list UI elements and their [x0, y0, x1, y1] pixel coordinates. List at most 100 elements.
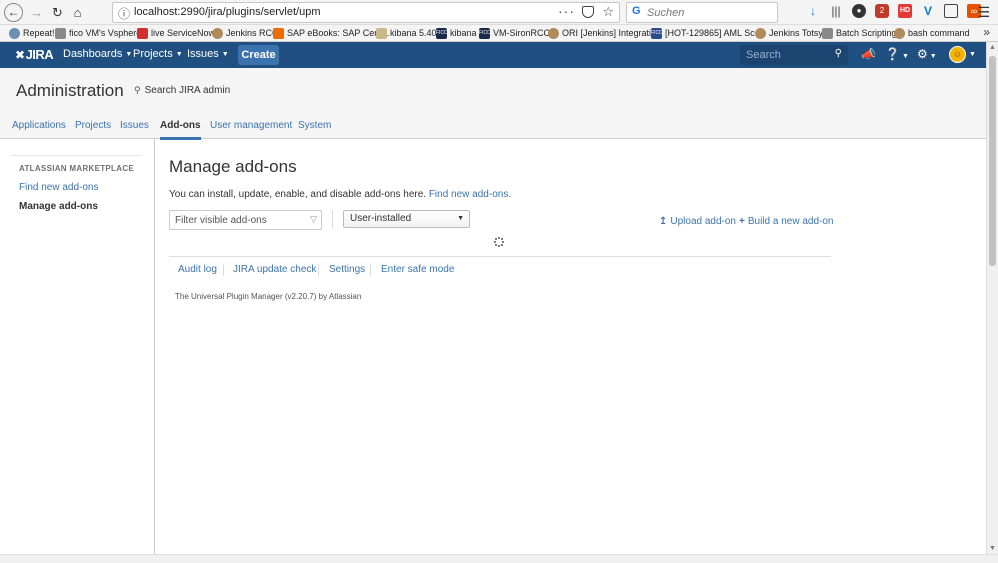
bookmark-icon: [212, 27, 223, 39]
bookmark-icon: [9, 27, 20, 39]
bookmark-item[interactable]: bash command: [894, 26, 970, 40]
site-info-icon[interactable]: ⓘ: [118, 5, 130, 22]
sidebar-icon[interactable]: [944, 4, 958, 18]
url-text[interactable]: localhost:2990/jira/plugins/servlet/upm: [134, 6, 321, 18]
loading-spinner-icon: [494, 237, 504, 247]
chevron-down-icon: ▼: [457, 215, 464, 222]
page-actions-icon[interactable]: ···: [558, 3, 575, 19]
nav-dashboards[interactable]: Dashboards ▼: [63, 48, 132, 60]
extension-red-icon[interactable]: HD: [898, 4, 912, 18]
bookmark-item[interactable]: FICO kibana: [436, 26, 477, 40]
toolbar-icons: ↓ ||| ● 2 HD V ∞: [806, 4, 981, 22]
search-icon: ⚲: [134, 85, 141, 95]
sidebar: ATLASSIAN MARKETPLACE Find new add-ons M…: [0, 139, 155, 554]
sidebar-item-manage-addons[interactable]: Manage add-ons: [19, 201, 98, 212]
avatar[interactable]: ☺: [949, 46, 966, 63]
vertical-scrollbar[interactable]: ▲ ▼: [986, 42, 998, 554]
jira-logo-icon: ✖: [15, 48, 25, 62]
search-icon[interactable]: ⚲: [835, 48, 842, 59]
filter-funnel-icon: ▽: [310, 214, 317, 224]
url-bar[interactable]: ⓘ localhost:2990/jira/plugins/servlet/up…: [112, 2, 620, 23]
tab-issues[interactable]: Issues: [120, 120, 149, 131]
adblock-icon[interactable]: 2: [875, 4, 889, 18]
bookmark-item[interactable]: Jenkins RCC: [212, 26, 279, 40]
tab-applications[interactable]: Applications: [12, 120, 66, 131]
safe-mode-link[interactable]: Enter safe mode: [381, 264, 454, 275]
filter-field[interactable]: ▽: [169, 210, 322, 230]
reload-icon[interactable]: ↻: [48, 3, 67, 22]
admin-search[interactable]: ⚲ Search JIRA admin: [134, 85, 230, 96]
horizontal-scrollbar[interactable]: [0, 554, 998, 563]
scroll-up-icon[interactable]: ▲: [989, 44, 996, 51]
browser-toolbar: ← → ↻ ⌂ ⓘ localhost:2990/jira/plugins/se…: [0, 0, 998, 25]
filter-input[interactable]: [170, 211, 302, 229]
bookmark-icon: [376, 27, 387, 39]
jira-logo[interactable]: ✖JIRA: [15, 47, 54, 62]
nav-issues[interactable]: Issues ▼: [187, 48, 229, 60]
bookmark-item[interactable]: Jenkins Totsy: [755, 26, 823, 40]
chevron-down-icon: ▼: [221, 51, 229, 58]
sidebar-divider: [12, 155, 142, 156]
divider: [332, 210, 333, 229]
sidebar-item-find-addons[interactable]: Find new add-ons: [19, 182, 99, 193]
bookmark-icon: FICO: [436, 27, 448, 39]
browser-search-placeholder: Suchen: [647, 7, 685, 19]
tab-user-management[interactable]: User management: [210, 120, 292, 131]
vpn-icon[interactable]: V: [921, 4, 935, 18]
gear-icon[interactable]: ⚙ ▼: [917, 47, 937, 61]
download-icon[interactable]: ↓: [806, 4, 820, 18]
bookmark-item[interactable]: ORI [Jenkins] Integrati...: [548, 26, 659, 40]
home-icon[interactable]: ⌂: [68, 3, 87, 22]
tab-system[interactable]: System: [298, 120, 331, 131]
help-icon[interactable]: ❔ ▼: [885, 47, 909, 61]
browser-search-field[interactable]: G Suchen: [626, 2, 778, 23]
adblock-badge: 2: [879, 6, 885, 15]
create-button[interactable]: Create: [238, 45, 279, 65]
bookmark-item[interactable]: SAP eBooks: SAP Certi...: [273, 26, 389, 40]
extension-icon[interactable]: ●: [852, 4, 866, 18]
settings-link[interactable]: Settings: [329, 264, 365, 275]
chevron-down-icon[interactable]: ▼: [969, 51, 976, 58]
bookmark-star-icon[interactable]: ☆: [602, 4, 614, 20]
admin-header: Administration ⚲ Search JIRA admin Applic…: [0, 68, 986, 140]
upload-addon-link[interactable]: ↥ Upload add-on: [659, 216, 736, 227]
library-icon[interactable]: |||: [829, 4, 843, 18]
quick-search-input[interactable]: [740, 45, 828, 65]
pocket-icon[interactable]: [582, 6, 594, 18]
find-addons-link[interactable]: Find new add-ons.: [429, 189, 511, 200]
bookmark-icon: [273, 27, 284, 39]
forward-icon[interactable]: →: [27, 3, 46, 22]
search-engine-icon[interactable]: G: [632, 5, 641, 17]
bookmark-item[interactable]: kibana 5.40: [376, 26, 437, 40]
bookmark-icon: [137, 27, 148, 39]
bookmark-item[interactable]: FICO VM-SironRCC: [479, 26, 550, 40]
plus-icon: +: [739, 216, 745, 227]
bookmark-icon: [55, 27, 66, 39]
scroll-down-icon[interactable]: ▼: [989, 545, 996, 552]
tab-projects[interactable]: Projects: [75, 120, 111, 131]
audit-log-link[interactable]: Audit log: [178, 264, 217, 275]
bookmark-item[interactable]: Batch Scripting: [822, 26, 897, 40]
page-title: Administration: [16, 81, 124, 100]
bookmark-item[interactable]: fico VM's Vsphere: [55, 26, 141, 40]
bookmark-icon: [548, 27, 559, 39]
scrollbar-thumb[interactable]: [989, 56, 996, 266]
bookmark-icon: [755, 27, 766, 39]
jira-header: ✖JIRA Dashboards ▼ Projects ▼ Issues ▼ Crea…: [0, 42, 986, 68]
upm-version-text: The Universal Plugin Manager (v2.20.7) b…: [175, 292, 362, 301]
back-icon[interactable]: ←: [4, 3, 23, 22]
build-addon-link[interactable]: + Build a new add-on: [739, 216, 833, 227]
bookmark-item[interactable]: Repeat!: [9, 26, 55, 40]
feedback-megaphone-icon[interactable]: 📣: [861, 47, 876, 61]
bookmark-icon: [822, 27, 833, 39]
tab-addons[interactable]: Add-ons: [160, 120, 201, 140]
upload-icon: ↥: [659, 216, 668, 227]
quick-search[interactable]: ⚲: [740, 45, 848, 65]
addon-type-select[interactable]: User-installed ▼: [343, 210, 470, 228]
update-check-link[interactable]: JIRA update check: [233, 264, 316, 275]
menu-icon[interactable]: ☰: [977, 4, 990, 21]
chevron-more-icon[interactable]: »: [983, 25, 990, 39]
bookmark-item[interactable]: FICO [HOT-129865] AML Sc...: [651, 26, 762, 40]
bookmark-item[interactable]: live ServiceNow: [137, 26, 215, 40]
nav-projects[interactable]: Projects ▼: [133, 48, 183, 60]
